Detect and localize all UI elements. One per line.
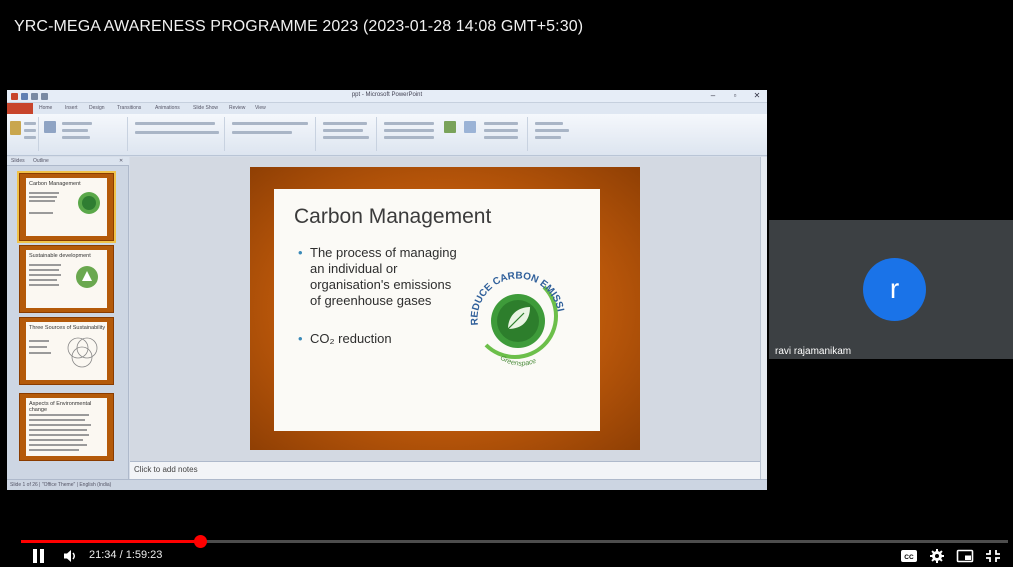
ribbon-tab: Design	[89, 105, 105, 111]
thumb-title: Carbon Management	[29, 181, 81, 187]
outline-tab: Outline	[33, 158, 49, 164]
slides-pane: Slides Outline ✕ Carbon Management Susta…	[7, 157, 129, 479]
slide-canvas: Carbon Management The process of managin…	[130, 157, 760, 461]
svg-text:CC: CC	[904, 554, 914, 561]
volume-icon	[64, 550, 71, 562]
participant-tile: r ravi rajamanikam	[769, 220, 1013, 359]
exit-fullscreen-button[interactable]	[984, 548, 1002, 564]
close-pane-icon: ✕	[119, 158, 124, 164]
miniplayer-button[interactable]	[956, 548, 974, 564]
subtitles-button[interactable]: CC	[900, 548, 918, 564]
vertical-scrollbar	[760, 157, 767, 479]
ribbon-tab: Transitions	[117, 105, 142, 111]
close-icon: ✕	[753, 91, 761, 100]
slides-tab: Slides	[11, 158, 25, 164]
pause-button[interactable]	[30, 549, 46, 563]
ppt-statusbar: Slide 1 of 26 | "Office Theme" | English…	[7, 479, 767, 490]
thumb-title: Sustainable development	[29, 253, 91, 259]
venn-thumb-icon	[67, 337, 98, 368]
slide-title: Carbon Management	[294, 205, 492, 228]
slide-thumbnail: Aspects of Environmental change	[19, 393, 114, 461]
notes-pane: Click to add notes	[130, 461, 760, 479]
volume-button[interactable]	[63, 549, 79, 563]
ppt-titlebar: ppt - Microsoft PowerPoint – ▫ ✕	[7, 90, 767, 103]
slide-content: Carbon Management The process of managin…	[274, 189, 600, 431]
avatar: r	[863, 258, 926, 321]
maximize-icon: ▫	[733, 91, 737, 100]
carbon-logo-thumb-icon	[78, 192, 100, 214]
arrange-icon	[444, 121, 456, 133]
slide-bullets: The process of managing an individual or…	[296, 245, 464, 347]
progress-bar[interactable]	[21, 535, 1008, 548]
quick-styles-icon	[464, 121, 476, 133]
ribbon-group-editing	[529, 117, 584, 151]
fullscreen-exit-icon	[986, 550, 1000, 562]
slide-thumbnail: Three Sources of Sustainability	[19, 317, 114, 385]
settings-button[interactable]	[928, 548, 946, 564]
ribbon	[7, 114, 767, 156]
ribbon-group-text	[317, 117, 377, 151]
ribbon-tab: Home	[39, 105, 53, 111]
ribbon-group-clipboard	[7, 117, 39, 151]
paste-icon	[10, 121, 21, 135]
slide-bullet: CO₂ reduction	[296, 331, 464, 347]
ribbon-group-slides	[40, 117, 128, 151]
miniplayer-icon	[956, 549, 974, 563]
slide-thumbnail: Sustainable development	[19, 245, 114, 313]
video-title: YRC-MEGA AWARENESS PROGRAMME 2023 (2023-…	[14, 18, 584, 35]
slide-thumbnail: Carbon Management	[17, 171, 116, 243]
recycle-thumb-icon	[76, 266, 98, 288]
settings-icon	[930, 549, 944, 563]
ribbon-tab: Animations	[155, 105, 180, 111]
ribbon-tab: Insert	[65, 105, 78, 111]
thumb-title: Aspects of Environmental change	[29, 401, 92, 413]
progress-played	[21, 540, 200, 543]
progress-scrubber[interactable]	[193, 535, 207, 548]
participant-name: ravi rajamanikam	[775, 346, 852, 357]
ribbon-tab: Review	[229, 105, 246, 111]
minimize-icon: –	[710, 91, 716, 100]
ribbon-group-paragraph	[226, 117, 316, 151]
file-tab	[7, 103, 33, 114]
ribbon-tab: View	[255, 105, 266, 111]
thumb-title: Three Sources of Sustainability	[29, 325, 106, 331]
new-slide-icon	[44, 121, 56, 133]
ppt-status-text: Slide 1 of 26 | "Office Theme" | English…	[10, 482, 112, 488]
ribbon-group-drawing	[378, 117, 528, 151]
slide-bullet: The process of managing an individual or…	[296, 245, 464, 309]
pause-icon	[33, 549, 37, 563]
ribbon-group-font	[129, 117, 225, 151]
ppt-window-title: ppt - Microsoft PowerPoint	[351, 92, 423, 98]
reduce-carbon-logo: REDUCE CARBON EMISSIONS Greenspace	[460, 263, 566, 368]
notes-placeholder: Click to add notes	[134, 465, 198, 474]
time-display: 21:34 / 1:59:23	[89, 549, 163, 561]
current-slide: Carbon Management The process of managin…	[250, 167, 640, 450]
ribbon-tab: Slide Show	[193, 105, 219, 111]
pane-tabs: Slides Outline ✕	[7, 157, 129, 166]
shared-screen: ppt - Microsoft PowerPoint – ▫ ✕ Home In…	[7, 90, 767, 490]
ribbon-tabs: Home Insert Design Transitions Animation…	[7, 103, 767, 114]
